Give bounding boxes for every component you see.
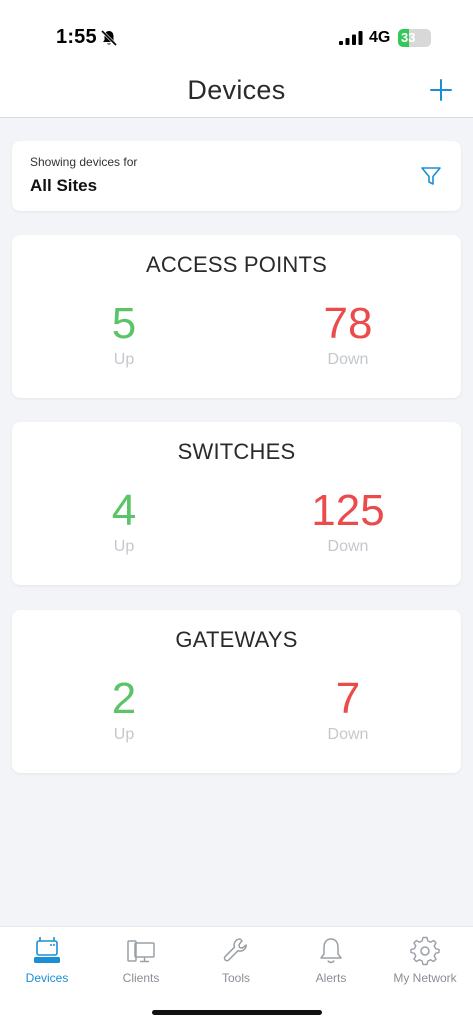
down-count: 7 (335, 674, 361, 723)
up-count: 2 (111, 674, 137, 723)
tab-label: My Network (393, 971, 457, 985)
devices-screen: 1:55 4G 33 Devices Showing devices for A… (0, 0, 473, 1024)
tab-label: Devices (25, 971, 69, 985)
network-type: 4G (369, 29, 391, 46)
devices-icon (34, 937, 60, 963)
gateways-card[interactable]: GATEWAYS 2 Up 7 Down (12, 610, 461, 773)
filter-caption: Showing devices for (30, 155, 138, 169)
access-points-card[interactable]: ACCESS POINTS 5 Up 78 Down (12, 235, 461, 398)
up-count: 4 (111, 486, 137, 535)
down-label: Down (327, 351, 369, 368)
down-stat[interactable]: 78 Down (268, 301, 428, 369)
clients-icon (127, 940, 155, 963)
page-title: Devices (187, 75, 286, 105)
gear-icon (410, 936, 440, 966)
up-count: 5 (111, 299, 137, 348)
filter-value: All Sites (30, 176, 98, 195)
home-indicator (152, 1010, 322, 1015)
card-title: SWITCHES (177, 439, 296, 464)
down-stat[interactable]: 125 Down (268, 488, 428, 556)
tab-my-network[interactable]: My Network (378, 935, 472, 985)
up-label: Up (113, 726, 135, 743)
up-stat[interactable]: 5 Up (44, 301, 204, 369)
tab-alerts[interactable]: Alerts (284, 935, 378, 985)
battery-percent: 33 (401, 30, 416, 45)
status-bar: 1:55 4G 33 (0, 0, 473, 70)
tab-tools[interactable]: Tools (189, 935, 283, 985)
up-stat[interactable]: 4 Up (44, 488, 204, 556)
down-count: 125 (311, 486, 385, 535)
up-label: Up (113, 351, 135, 368)
down-label: Down (327, 538, 369, 555)
down-stat[interactable]: 7 Down (268, 676, 428, 744)
down-count: 78 (323, 299, 373, 348)
filter-icon[interactable] (420, 165, 442, 187)
bell-icon (320, 938, 342, 964)
switches-card[interactable]: SWITCHES 4 Up 125 Down (12, 422, 461, 585)
bell-off-icon (100, 29, 118, 47)
tab-label: Clients (122, 971, 160, 985)
card-title: GATEWAYS (175, 627, 298, 652)
down-label: Down (327, 726, 369, 743)
nav-bar: Devices (0, 70, 473, 118)
tab-label: Tools (221, 971, 250, 985)
status-time: 1:55 (56, 26, 97, 48)
add-device-button[interactable] (429, 78, 453, 102)
battery-indicator: 33 (398, 29, 431, 47)
wrench-icon (223, 938, 247, 962)
card-title: ACCESS POINTS (145, 252, 328, 277)
signal-icon (339, 31, 363, 45)
up-stat[interactable]: 2 Up (44, 676, 204, 744)
site-filter-card[interactable]: Showing devices for All Sites (12, 141, 461, 211)
tab-devices[interactable]: Devices (0, 935, 94, 985)
tab-clients[interactable]: Clients (94, 935, 188, 985)
up-label: Up (113, 538, 135, 555)
tab-label: Alerts (315, 971, 347, 985)
